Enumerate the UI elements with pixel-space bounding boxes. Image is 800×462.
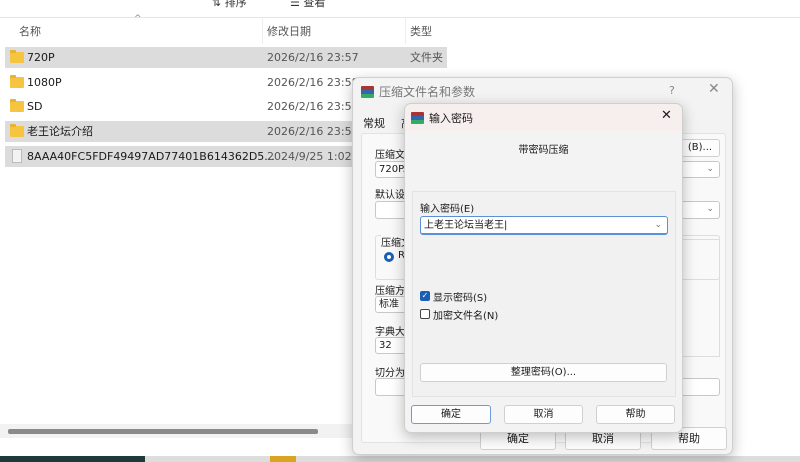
help-icon[interactable]: ? (669, 84, 675, 97)
file-date: 2026/2/16 23:57 (267, 51, 359, 64)
file-type: 文件夹 (410, 51, 443, 64)
folder-icon (10, 99, 24, 112)
column-divider[interactable] (405, 18, 406, 44)
horizontal-scrollbar[interactable] (0, 424, 355, 438)
method-label: 压缩方 (375, 286, 405, 297)
file-name: 720P (27, 51, 55, 64)
tab-general[interactable]: 常规 (363, 115, 385, 131)
view-button[interactable]: ☰ 查看 (290, 0, 325, 10)
file-icon (12, 149, 22, 163)
folder-icon (10, 50, 24, 63)
folder-icon (10, 124, 24, 137)
format-radio[interactable] (384, 252, 394, 262)
show-password-label: 显示密码(S) (433, 293, 488, 304)
file-name: SD (27, 100, 43, 113)
encrypt-names-label: 加密文件名(N) (433, 311, 499, 322)
sort-indicator-icon: ^ (134, 14, 142, 24)
options-group (680, 239, 720, 357)
organize-passwords-button[interactable]: 整理密码(O)... (420, 363, 667, 382)
right-input[interactable] (680, 378, 720, 396)
file-date: 2026/2/16 23:59 (267, 100, 359, 113)
sort-label: 排序 (224, 0, 247, 9)
taskbar (0, 456, 800, 462)
dialog-heading: 带密码压缩 (518, 145, 569, 156)
dict-label: 字典大 (375, 327, 405, 338)
dialog-title: 输入密码 (429, 112, 473, 125)
file-date: 2026/2/16 23:59 (267, 125, 359, 138)
password-input[interactable]: 上老王论坛当老王| ⌄ (420, 216, 668, 235)
split-label: 切分为 (375, 368, 405, 379)
toolbar: ⇅ 排序 ☰ 查看 (0, 0, 800, 18)
encrypt-names-checkbox[interactable] (420, 309, 430, 319)
show-password-checkbox[interactable]: ✓ (420, 291, 430, 301)
password-dialog: 输入密码 ✕ 带密码压缩 输入密码(E) 上老王论坛当老王| ⌄ ✓ 显示密码(S… (404, 103, 683, 433)
column-name[interactable]: 名称 (19, 18, 41, 46)
cancel-button[interactable]: 取消 (504, 405, 583, 424)
ok-button[interactable]: 确定 (411, 405, 491, 424)
close-icon[interactable]: ✕ (661, 108, 672, 123)
sort-button[interactable]: ⇅ 排序 (212, 0, 247, 10)
file-date: 2024/9/25 1:02 (267, 150, 352, 163)
file-row[interactable]: 720P 2026/2/16 23:57 文件夹 (5, 47, 447, 68)
archive-name-label: 压缩文 (375, 150, 405, 161)
folder-icon (10, 75, 24, 88)
winrar-icon (411, 112, 424, 124)
scrollbar-thumb[interactable] (8, 429, 318, 434)
password-group: 输入密码(E) 上老王论坛当老王| ⌄ ✓ 显示密码(S) 加密文件名(N) 整理… (412, 191, 676, 397)
file-name: 老王论坛介绍 (27, 125, 93, 138)
close-icon[interactable]: ✕ (708, 81, 720, 97)
help-button[interactable]: 帮助 (596, 405, 675, 424)
profile-label: 默认设 (375, 190, 405, 201)
column-divider[interactable] (262, 18, 263, 44)
view-label: 查看 (303, 0, 326, 9)
winrar-icon (361, 86, 374, 98)
file-name: 1080P (27, 76, 62, 89)
password-label: 输入密码(E) (420, 204, 475, 215)
dialog-title: 压缩文件名和参数 (379, 85, 476, 99)
browse-button[interactable]: (B)... (680, 139, 720, 157)
file-name: 8AAA40FC5FDF49497AD77401B614362D5... (27, 150, 275, 163)
file-date: 2026/2/16 23:58 (267, 76, 359, 89)
column-date[interactable]: 修改日期 (267, 18, 311, 46)
column-type[interactable]: 类型 (410, 18, 432, 46)
